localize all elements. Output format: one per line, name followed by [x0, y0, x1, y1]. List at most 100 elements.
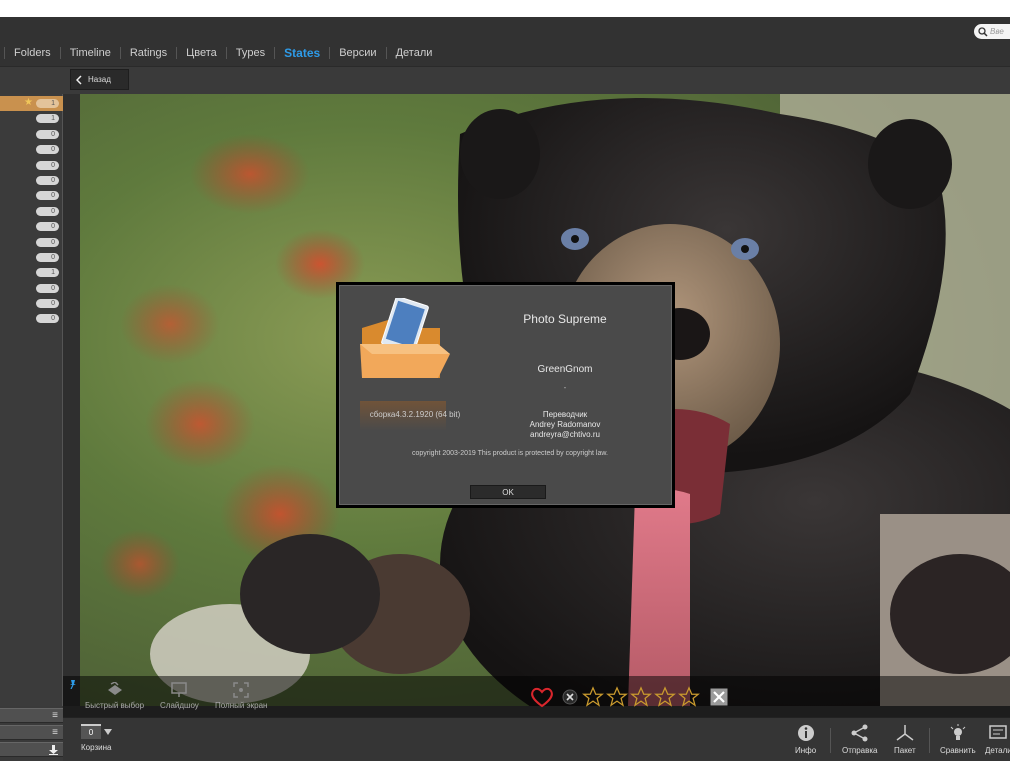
star-3-icon[interactable]: [630, 686, 652, 708]
photo-supreme-logo: [360, 298, 450, 378]
state-count-badge: 0: [36, 299, 59, 309]
state-row[interactable]: 0: [0, 173, 63, 188]
copyright-notice: copyright 2003-2019 This product is prot…: [412, 450, 608, 457]
share-label: Отправка: [842, 746, 878, 755]
search-field[interactable]: Вве: [974, 24, 1010, 39]
state-row[interactable]: 1: [0, 265, 63, 280]
app-title: Photo Supreme: [523, 312, 607, 326]
state-row[interactable]: 0: [0, 311, 63, 326]
reject-icon[interactable]: [710, 688, 728, 706]
divider: [830, 728, 831, 753]
back-button[interactable]: Назад: [70, 69, 129, 90]
sub-toolbar: [0, 67, 1010, 94]
state-row[interactable]: 0: [0, 235, 63, 250]
state-row[interactable]: 0: [0, 204, 63, 219]
ok-button[interactable]: OK: [470, 485, 546, 499]
quick-pick-icon: [107, 682, 122, 695]
info-label: Инфо: [795, 746, 817, 755]
author-name: GreenGnom: [537, 364, 593, 375]
state-row[interactable]: ★ 1: [0, 96, 63, 112]
quick-pick-label: Быстрый выбор: [85, 701, 145, 710]
tab-colors[interactable]: Цвета: [176, 47, 226, 59]
basket-button[interactable]: 0 Корзина: [81, 724, 112, 752]
rating-bar: [530, 686, 728, 708]
translator-name: Andrey Radomanov: [529, 420, 601, 429]
basket-count: 0: [81, 724, 101, 739]
top-white-strip: [0, 0, 1010, 17]
heart-icon[interactable]: [530, 686, 554, 708]
basket-label: Корзина: [81, 743, 112, 752]
separator-dash: -: [563, 383, 567, 392]
tab-timeline[interactable]: Timeline: [59, 47, 120, 59]
compare-label: Сравнить: [940, 746, 976, 755]
share-button[interactable]: Отправка: [842, 724, 878, 755]
states-list: ★ 1 1 0 0 0 0 0 0 0 0 0 1 0 0 0: [0, 96, 63, 327]
menu-icon: ≡: [52, 727, 58, 738]
chevron-left-icon: [76, 74, 82, 85]
search-placeholder: Вве: [990, 27, 1004, 36]
compare-button[interactable]: Сравнить: [940, 724, 976, 755]
fullscreen-button[interactable]: Полный экран: [215, 682, 267, 710]
quick-pick-button[interactable]: Быстрый выбор: [85, 682, 144, 710]
state-count-badge: 1: [36, 268, 59, 278]
details-label: Детали: [985, 746, 1010, 755]
batch-button[interactable]: Пакет: [894, 724, 916, 755]
panel-menu-button-1[interactable]: ≡: [0, 708, 63, 723]
bottom-toolbar: 0 Корзина Инфо Отправка Пакет Сравнить Д…: [63, 717, 1010, 761]
app-window: Folders Timeline Ratings Цвета Types Sta…: [0, 0, 1010, 761]
batch-icon: [896, 725, 914, 741]
tab-versions[interactable]: Версии: [329, 47, 385, 59]
panel-menu-button-2[interactable]: ≡: [0, 725, 63, 740]
batch-label: Пакет: [894, 746, 916, 755]
state-count-badge: 0: [36, 252, 59, 262]
state-row[interactable]: 0: [0, 127, 63, 142]
state-row[interactable]: 0: [0, 219, 63, 234]
info-button[interactable]: Инфо: [795, 724, 816, 755]
menu-icon: ≡: [52, 710, 58, 721]
slideshow-label: Слайдшоу: [160, 701, 199, 710]
tab-ratings[interactable]: Ratings: [119, 47, 176, 59]
star-5-icon[interactable]: [678, 686, 700, 708]
state-count-badge: 0: [36, 314, 59, 324]
translator-label: Переводчик: [542, 410, 588, 419]
state-row[interactable]: 0: [0, 281, 63, 296]
chevron-down-icon: [104, 728, 112, 735]
tab-strip: Folders Timeline Ratings Цвета Types Sta…: [4, 47, 441, 59]
tab-details[interactable]: Детали: [385, 47, 442, 59]
state-count-badge: 0: [36, 160, 59, 170]
search-icon: [978, 26, 988, 37]
star-icon: ★: [24, 97, 33, 108]
share-icon: [851, 724, 868, 742]
state-count-badge: 0: [36, 175, 59, 185]
state-row[interactable]: 0: [0, 250, 63, 265]
pin-icon[interactable]: [68, 679, 78, 689]
star-1-icon[interactable]: [582, 686, 604, 708]
slideshow-button[interactable]: Слайдшоу: [160, 682, 199, 710]
state-row[interactable]: 0: [0, 158, 63, 173]
slideshow-icon: [171, 682, 188, 697]
state-count-badge: 0: [36, 206, 59, 216]
compare-icon: [950, 724, 966, 740]
panel-footer: ≡ ≡: [0, 706, 63, 761]
state-count-badge: 0: [36, 222, 59, 232]
state-count-badge: 0: [36, 145, 59, 155]
star-2-icon[interactable]: [606, 686, 628, 708]
details-icon: [989, 725, 1008, 739]
tab-states[interactable]: States: [274, 47, 329, 59]
tab-folders[interactable]: Folders: [4, 47, 60, 59]
state-count-badge: 0: [36, 129, 59, 139]
state-row[interactable]: 1: [0, 111, 63, 126]
details-button[interactable]: Детали: [985, 724, 1010, 755]
star-4-icon[interactable]: [654, 686, 676, 708]
state-row[interactable]: 0: [0, 142, 63, 157]
panel-download-button[interactable]: [0, 742, 63, 757]
state-count-badge: 0: [36, 283, 59, 293]
panel-scroll-strip[interactable]: [63, 94, 80, 706]
build-version: сборка4.3.2.1920 (64 bit): [369, 410, 461, 419]
basket-counter: 0: [81, 724, 112, 739]
about-dialog-body: Photo Supreme GreenGnom - сборка4.3.2.19…: [339, 285, 672, 505]
state-row[interactable]: 0: [0, 188, 63, 203]
clear-rating-icon[interactable]: [562, 689, 578, 705]
tab-types[interactable]: Types: [225, 47, 274, 59]
state-row[interactable]: 0: [0, 296, 63, 311]
